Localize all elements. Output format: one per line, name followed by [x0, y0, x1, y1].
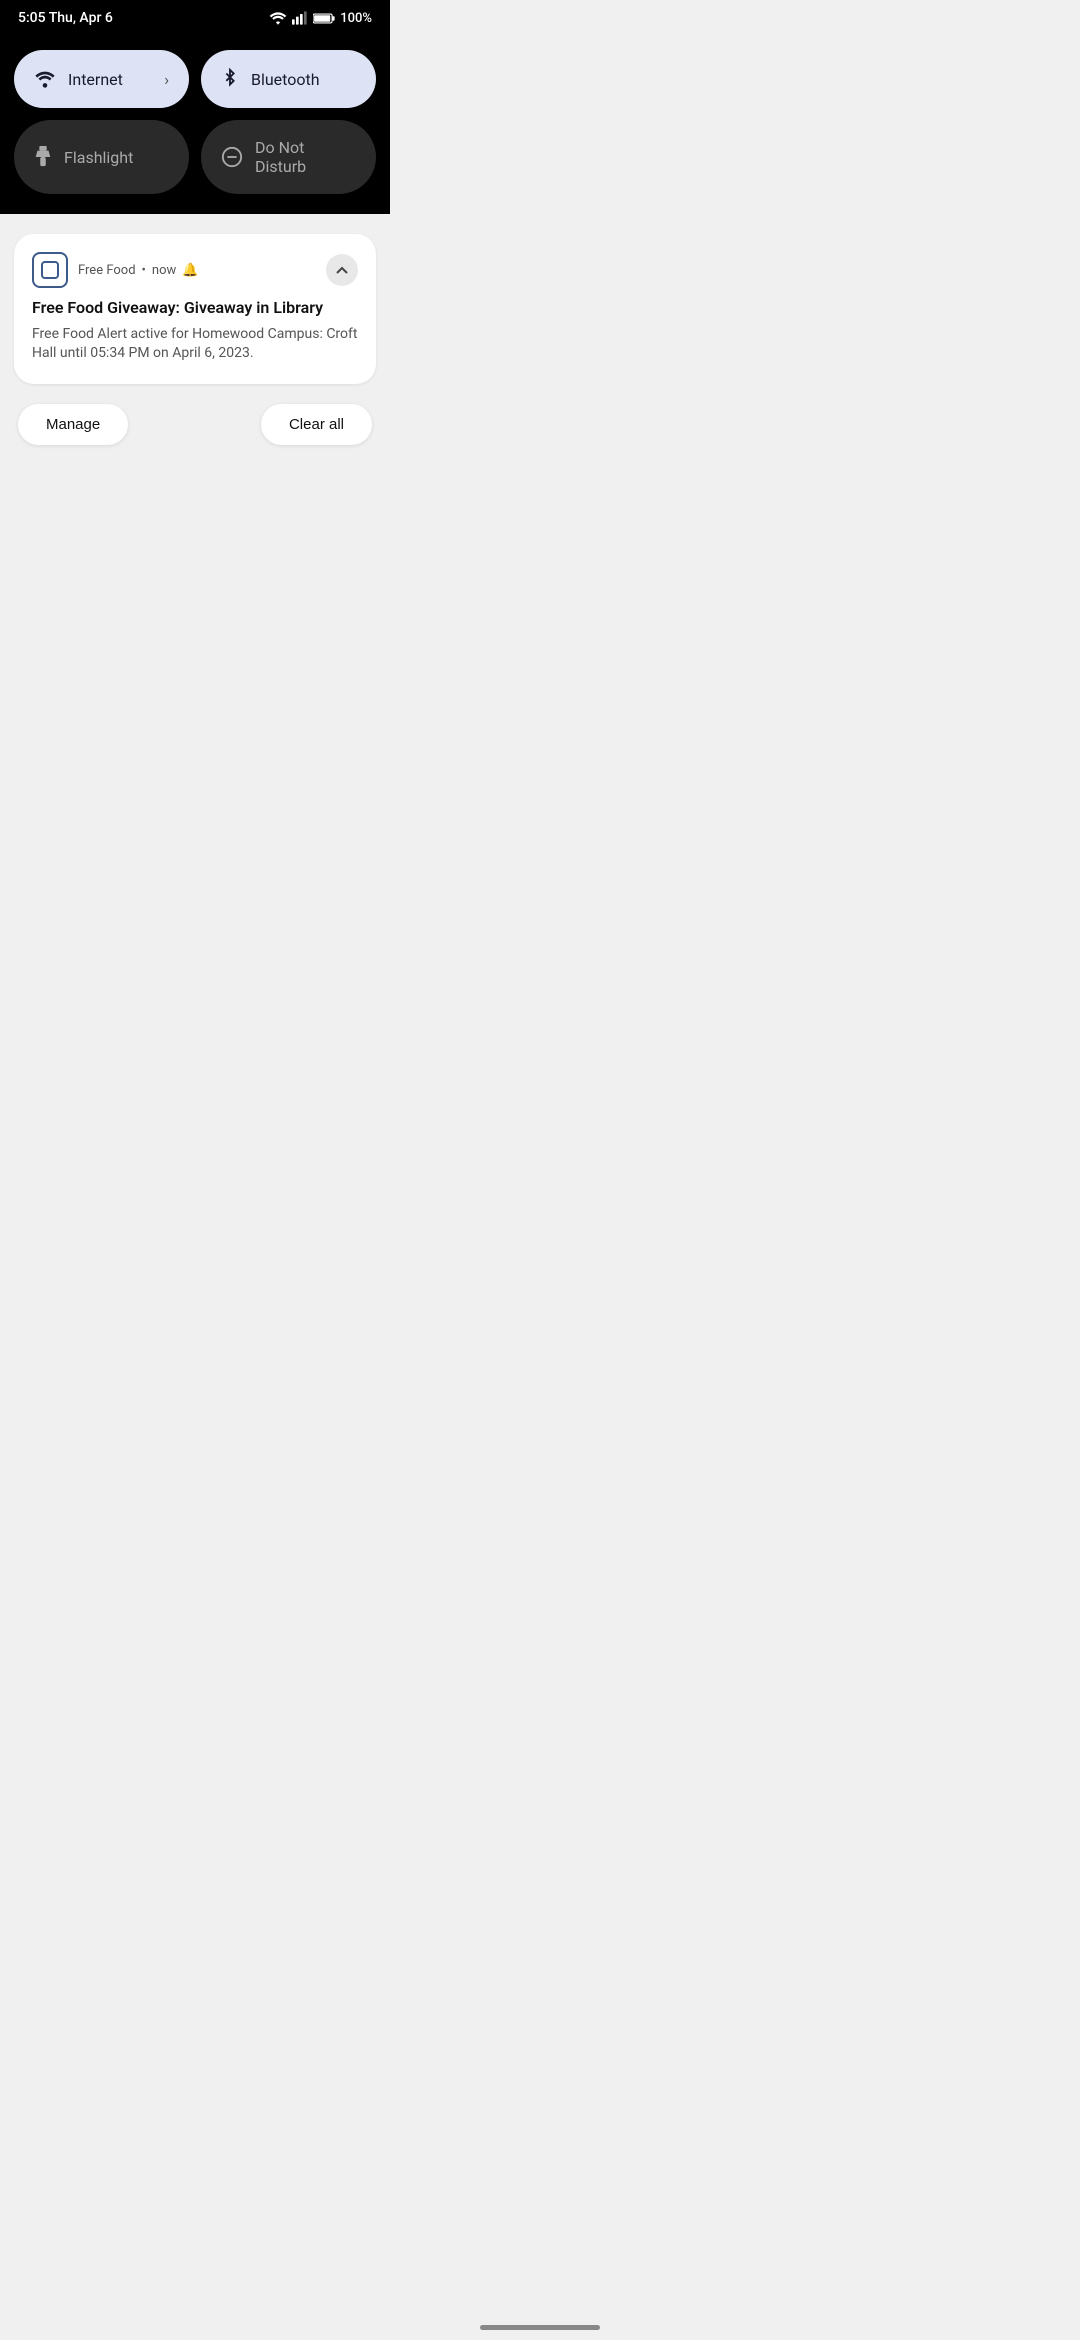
notification-header-left: Free Food • now 🔔 [32, 252, 198, 288]
home-indicator [480, 2325, 600, 2330]
notification-title: Free Food Giveaway: Giveaway in Library [32, 298, 358, 319]
wifi-tile-icon [34, 70, 56, 88]
quick-tiles: Internet › Bluetooth Flashlight [0, 34, 390, 214]
status-time: 5:05 Thu, Apr 6 [18, 10, 113, 26]
bluetooth-tile-icon [221, 68, 239, 90]
manage-button[interactable]: Manage [18, 404, 128, 445]
internet-tile-label: Internet [68, 70, 123, 89]
notification-header: Free Food • now 🔔 [32, 252, 358, 288]
battery-icon [313, 12, 335, 25]
flashlight-tile[interactable]: Flashlight [14, 120, 189, 194]
notifications-area: Free Food • now 🔔 Free Food Giveaway: Gi… [0, 214, 390, 834]
action-bar: Manage Clear all [14, 398, 376, 445]
notif-app-icon-inner [41, 261, 59, 279]
notification-body: Free Food Alert active for Homewood Camp… [32, 325, 358, 364]
internet-tile[interactable]: Internet › [14, 50, 189, 108]
bluetooth-tile-label: Bluetooth [251, 70, 320, 89]
dnd-tile-label: Do Not Disturb [255, 138, 356, 176]
notification-card: Free Food • now 🔔 Free Food Giveaway: Gi… [14, 234, 376, 384]
notif-app-icon [32, 252, 68, 288]
notif-meta: Free Food • now 🔔 [78, 263, 198, 278]
bluetooth-tile[interactable]: Bluetooth [201, 50, 376, 108]
dnd-tile[interactable]: Do Not Disturb [201, 120, 376, 194]
flashlight-tile-icon [34, 146, 52, 168]
clear-all-button[interactable]: Clear all [261, 404, 372, 445]
internet-arrow-icon: › [164, 70, 169, 89]
notif-app-name: Free Food [78, 263, 136, 278]
status-bar: 5:05 Thu, Apr 6 100% [0, 0, 390, 34]
notif-time: now [152, 263, 176, 278]
status-icons: 100% [269, 11, 372, 26]
battery-percent: 100% [340, 11, 372, 26]
notif-dot: • [142, 263, 146, 278]
dnd-tile-icon [221, 146, 243, 168]
wifi-icon [269, 11, 287, 25]
signal-icon [292, 11, 308, 25]
notif-bell-icon: 🔔 [182, 263, 198, 278]
flashlight-tile-label: Flashlight [64, 148, 133, 167]
notification-collapse-button[interactable] [326, 254, 358, 286]
